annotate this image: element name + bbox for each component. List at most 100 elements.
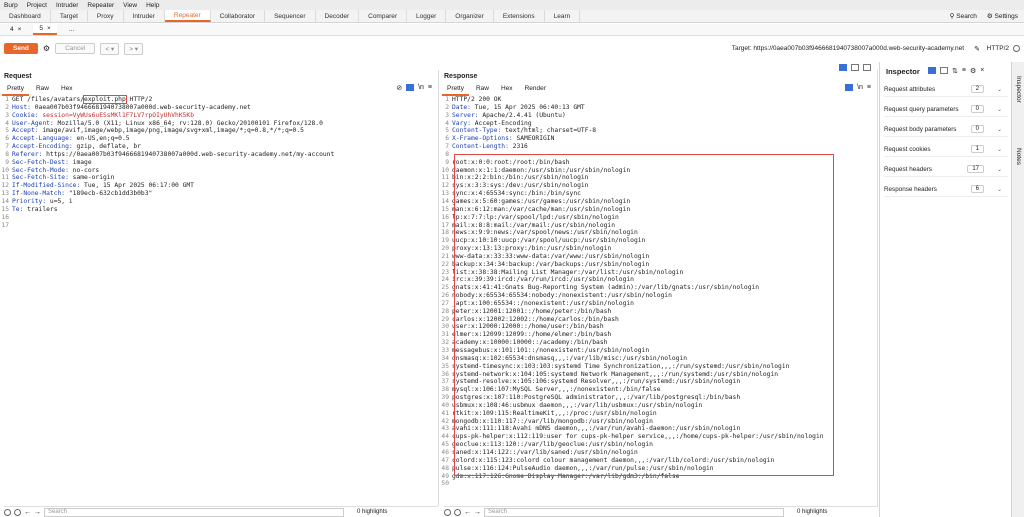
inspector-section[interactable]: Request query parameters 0 ⌄ [884, 102, 1008, 117]
response-header-line: 5 Content-Type: text/html; charset=UTF-8 [440, 127, 824, 135]
line-number: 8 [5, 150, 9, 158]
chevron-down-icon[interactable]: ⌄ [997, 86, 1002, 93]
tab-comparer[interactable]: Comparer [359, 10, 408, 22]
layout-horizontal-icon[interactable] [851, 64, 859, 71]
wrap-icon[interactable] [845, 84, 854, 91]
menu-item-repeater[interactable]: Repeater [87, 2, 114, 9]
menu-item-intruder[interactable]: Intruder [56, 2, 78, 9]
tab-learn[interactable]: Learn [545, 10, 581, 22]
line-number: 12 [441, 182, 449, 190]
line-number: 18 [441, 229, 449, 237]
line-number: 47 [441, 456, 449, 464]
request-editor[interactable]: 1 GET /files/avatars/exploit.php HTTP/2 2 H… [0, 95, 335, 229]
filter-icon[interactable]: ≡ [962, 67, 966, 75]
newline-icon[interactable]: \n [418, 84, 424, 92]
send-button[interactable]: Send [4, 43, 38, 54]
layout-icon[interactable] [928, 67, 936, 74]
forward-icon[interactable]: → [34, 509, 41, 516]
repeater-tabs: 4 × 5 × ... [0, 24, 1024, 36]
line-number: 12 [1, 182, 9, 190]
tab-sequencer[interactable]: Sequencer [265, 10, 316, 22]
line-number: 43 [441, 425, 449, 433]
tab-pretty[interactable]: Pretty [2, 84, 29, 96]
settings-button[interactable]: ⚙ Settings [987, 12, 1018, 20]
inspector-section[interactable]: Request headers 17 ⌄ [884, 162, 1008, 177]
layout-vertical-icon[interactable] [863, 64, 871, 71]
line-number: 11 [1, 174, 9, 182]
menu-item-help[interactable]: Help [146, 2, 159, 9]
tab-pretty[interactable]: Pretty [442, 84, 469, 96]
tab-target[interactable]: Target [51, 10, 88, 22]
gear-icon[interactable]: ⚙ [970, 67, 976, 75]
sidebar-inspector-tab[interactable]: Inspector [1015, 76, 1022, 103]
close-icon[interactable]: × [18, 26, 22, 33]
search-button[interactable]: ⚲ Search [950, 12, 977, 20]
layout-alt-icon[interactable] [940, 67, 948, 74]
header-value: gzip, deflate, br [76, 143, 141, 151]
chevron-down-icon[interactable]: ⌄ [997, 126, 1002, 133]
help-icon[interactable] [4, 508, 11, 516]
tab-dashboard[interactable]: Dashboard [0, 10, 51, 22]
chevron-down-icon[interactable]: ⌄ [997, 186, 1002, 193]
chevron-down-icon[interactable]: ⌄ [997, 146, 1002, 153]
chevron-right-icon: > [129, 45, 133, 53]
newline-icon[interactable]: \n [857, 84, 863, 91]
chevron-down-icon[interactable]: ⌄ [997, 166, 1002, 173]
tab-logger[interactable]: Logger [407, 10, 447, 22]
tab-extensions[interactable]: Extensions [494, 10, 545, 22]
menu-item-project[interactable]: Project [27, 2, 47, 9]
tab-proxy[interactable]: Proxy [88, 10, 124, 22]
sort-icon[interactable]: ⇅ [952, 67, 958, 75]
wrap-icon[interactable] [406, 84, 415, 91]
tab-decoder[interactable]: Decoder [316, 10, 360, 22]
settings-icon[interactable] [14, 508, 21, 516]
tab-hex[interactable]: Hex [56, 84, 78, 96]
tab-render[interactable]: Render [520, 84, 551, 96]
cancel-button[interactable]: Cancel [55, 43, 96, 54]
inspector-count-badge: 1 [970, 145, 984, 153]
tab-raw[interactable]: Raw [471, 84, 494, 96]
tab-repeater[interactable]: Repeater [164, 10, 211, 22]
menu-icon[interactable]: ≡ [867, 84, 871, 91]
line-number: 6 [445, 135, 449, 143]
chevron-down-icon[interactable]: ⌄ [997, 106, 1002, 113]
line-number: 7 [5, 143, 9, 151]
layout-split-icon[interactable] [839, 64, 847, 71]
repeater-tab-4[interactable]: 4 × [4, 24, 27, 35]
gear-icon[interactable]: ⚙ [43, 44, 50, 53]
settings-icon[interactable] [454, 508, 461, 516]
close-icon[interactable]: × [980, 67, 984, 75]
edit-target-icon[interactable]: ✎ [974, 45, 980, 53]
menu-item-burp[interactable]: Burp [4, 2, 18, 9]
header-value: trailers [27, 205, 58, 213]
menu-item-view[interactable]: View [123, 2, 137, 9]
back-icon[interactable]: ← [464, 509, 471, 516]
inspector-section[interactable]: Request body parameters 0 ⌄ [884, 122, 1008, 137]
forward-button[interactable]: > ▾ [124, 42, 144, 55]
header-value: https://0aea007b03f9466681940738007a000d… [46, 150, 335, 158]
repeater-tab-more[interactable]: ... [63, 24, 80, 35]
inspector-panel: Inspector ⇅ ≡ ⚙ × Request attributes 2 ⌄ Re… [879, 62, 1011, 517]
inspector-icons: ⇅ ≡ ⚙ × [928, 67, 984, 75]
inspector-section[interactable]: Response headers 6 ⌄ [884, 182, 1008, 197]
forward-icon[interactable]: → [474, 509, 481, 516]
protocol-label[interactable]: HTTP/2 [987, 45, 1009, 52]
help-icon[interactable] [444, 508, 451, 516]
tab-hex[interactable]: Hex [496, 84, 518, 96]
tab-intruder[interactable]: Intruder [124, 10, 165, 22]
tab-collaborator[interactable]: Collaborator [211, 10, 266, 22]
back-icon[interactable]: ← [24, 509, 31, 516]
inspector-section[interactable]: Request cookies 1 ⌄ [884, 142, 1008, 157]
tab-organizer[interactable]: Organizer [446, 10, 494, 22]
help-icon[interactable] [1013, 45, 1020, 52]
menu-icon[interactable]: ≡ [428, 84, 432, 92]
tab-raw[interactable]: Raw [31, 84, 54, 96]
back-button[interactable]: < ▾ [100, 42, 120, 55]
close-icon[interactable]: × [47, 25, 51, 32]
repeater-tab-5[interactable]: 5 × [33, 24, 57, 35]
sidebar-notes-tab[interactable]: Notes [1015, 148, 1022, 165]
search-input[interactable]: Search [484, 507, 784, 517]
search-input[interactable]: Search [44, 507, 344, 517]
hide-icon[interactable]: ⊘ [396, 84, 402, 92]
inspector-section[interactable]: Request attributes 2 ⌄ [884, 82, 1008, 97]
